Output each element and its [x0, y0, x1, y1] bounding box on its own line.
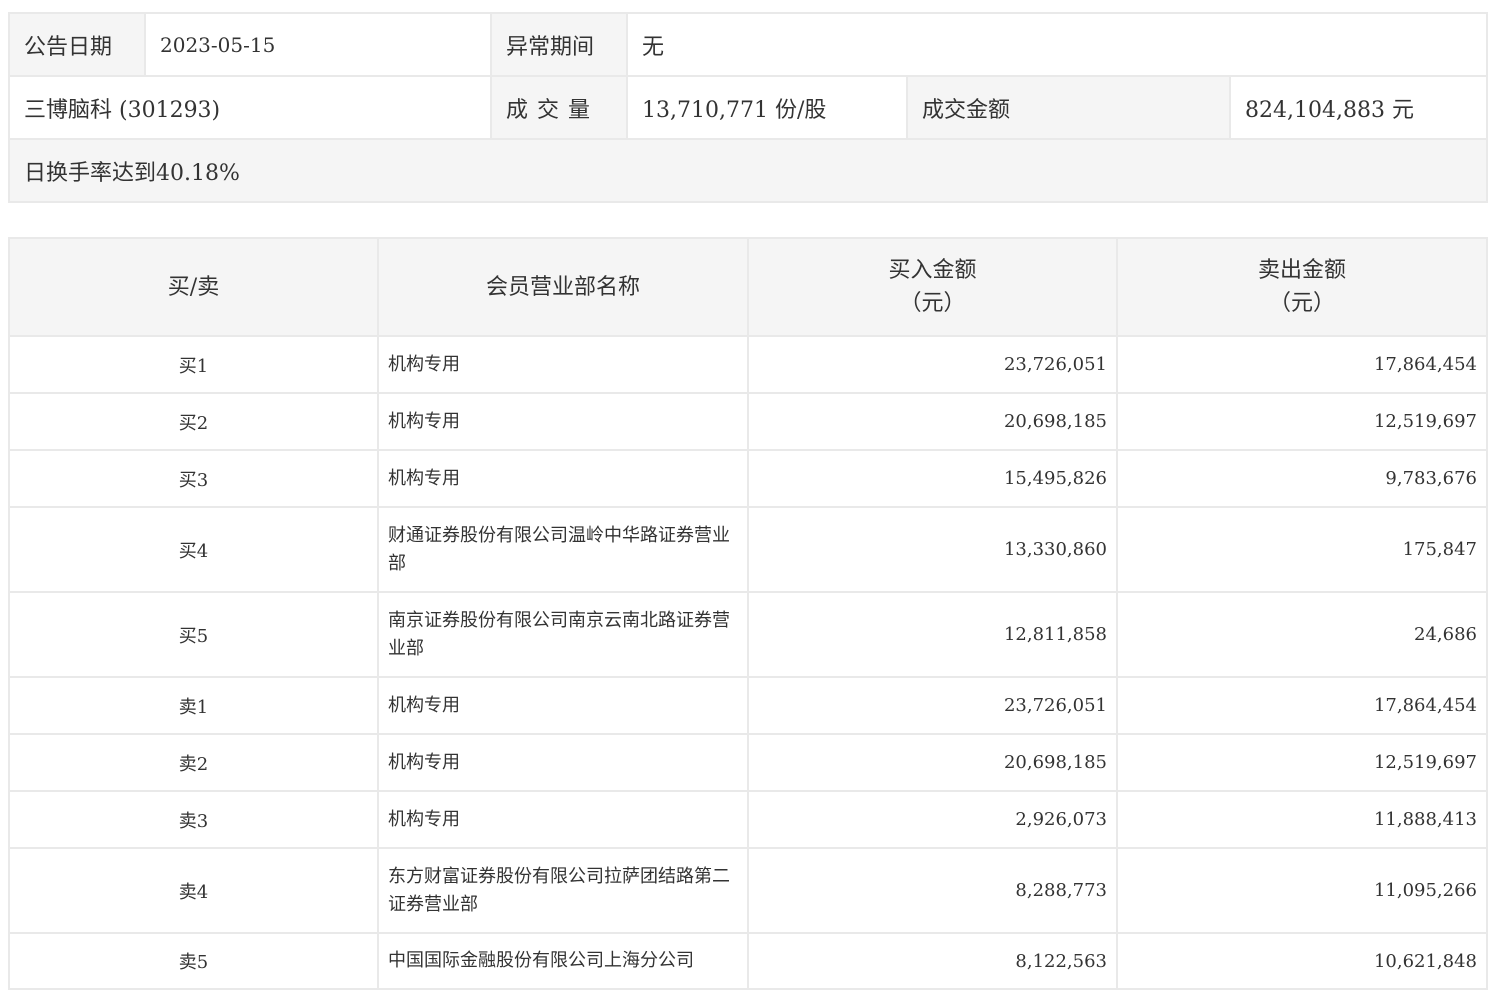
row-side: 买2	[8, 392, 379, 451]
table-row: 卖5 中国国际金融股份有限公司上海分公司 8,122,563 10,621,84…	[8, 932, 1488, 990]
row-side: 买5	[8, 591, 379, 678]
row-sell-amount: 11,095,266	[1116, 847, 1488, 934]
stock-name: 三博脑科 (301293)	[8, 75, 492, 140]
row-sell-amount: 175,847	[1116, 506, 1488, 593]
row-dept: 财通证券股份有限公司温岭中华路证券营业部	[377, 506, 749, 593]
row-dept: 机构专用	[377, 392, 749, 451]
column-header-side: 买/卖	[8, 237, 379, 337]
table-row: 卖2 机构专用 20,698,185 12,519,697	[8, 733, 1488, 792]
column-header-buy: 买入金额 （元）	[747, 237, 1118, 337]
column-header-sell: 卖出金额 （元）	[1116, 237, 1488, 337]
row-dept: 机构专用	[377, 790, 749, 849]
announce-date-label: 公告日期	[8, 12, 146, 77]
row-buy-amount: 20,698,185	[747, 733, 1118, 792]
row-buy-amount: 15,495,826	[747, 449, 1118, 508]
table-row: 买1 机构专用 23,726,051 17,864,454	[8, 335, 1488, 394]
trading-detail-table: 买/卖 会员营业部名称 买入金额 （元） 卖出金额 （元） 买1 机构专用 23…	[8, 237, 1488, 990]
row-dept: 机构专用	[377, 676, 749, 735]
announce-date-value: 2023-05-15	[144, 12, 492, 77]
row-sell-amount: 12,519,697	[1116, 392, 1488, 451]
row-buy-amount: 8,288,773	[747, 847, 1118, 934]
row-sell-amount: 12,519,697	[1116, 733, 1488, 792]
row-side: 卖4	[8, 847, 379, 934]
row-dept: 中国国际金融股份有限公司上海分公司	[377, 932, 749, 990]
row-sell-amount: 17,864,454	[1116, 676, 1488, 735]
table-row: 买4 财通证券股份有限公司温岭中华路证券营业部 13,330,860 175,8…	[8, 506, 1488, 593]
summary-row-note: 日换手率达到40.18%	[8, 138, 1488, 203]
row-side: 买3	[8, 449, 379, 508]
row-side: 卖3	[8, 790, 379, 849]
column-header-sell-label: 卖出金额	[1257, 258, 1346, 283]
row-buy-amount: 23,726,051	[747, 335, 1118, 394]
volume-label: 成交量	[490, 75, 628, 140]
row-side: 卖5	[8, 932, 379, 990]
row-sell-amount: 9,783,676	[1116, 449, 1488, 508]
table-row: 买2 机构专用 20,698,185 12,519,697	[8, 392, 1488, 451]
row-buy-amount: 20,698,185	[747, 392, 1118, 451]
row-dept: 机构专用	[377, 335, 749, 394]
column-header-buy-label: 买入金额	[888, 258, 977, 283]
row-buy-amount: 12,811,858	[747, 591, 1118, 678]
abnormal-period-label: 异常期间	[490, 12, 628, 77]
table-header-row: 买/卖 会员营业部名称 买入金额 （元） 卖出金额 （元）	[8, 237, 1488, 337]
row-sell-amount: 11,888,413	[1116, 790, 1488, 849]
summary-row-date: 公告日期 2023-05-15 异常期间 无	[8, 12, 1488, 77]
row-side: 买1	[8, 335, 379, 394]
row-dept: 机构专用	[377, 733, 749, 792]
row-sell-amount: 10,621,848	[1116, 932, 1488, 990]
row-buy-amount: 23,726,051	[747, 676, 1118, 735]
column-header-dept: 会员营业部名称	[377, 237, 749, 337]
table-row: 卖4 东方财富证券股份有限公司拉萨团结路第二证券营业部 8,288,773 11…	[8, 847, 1488, 934]
turnover-value: 824,104,883 元	[1229, 75, 1488, 140]
summary-table: 公告日期 2023-05-15 异常期间 无 三博脑科 (301293) 成交量…	[8, 12, 1488, 203]
row-buy-amount: 13,330,860	[747, 506, 1118, 593]
turnover-rate-note: 日换手率达到40.18%	[8, 138, 1488, 203]
row-side: 卖1	[8, 676, 379, 735]
column-header-sell-unit: （元）	[1268, 291, 1335, 316]
row-buy-amount: 2,926,073	[747, 790, 1118, 849]
row-sell-amount: 17,864,454	[1116, 335, 1488, 394]
table-row: 卖1 机构专用 23,726,051 17,864,454	[8, 676, 1488, 735]
row-sell-amount: 24,686	[1116, 591, 1488, 678]
row-dept: 南京证券股份有限公司南京云南北路证券营业部	[377, 591, 749, 678]
row-side: 买4	[8, 506, 379, 593]
row-buy-amount: 8,122,563	[747, 932, 1118, 990]
row-dept: 东方财富证券股份有限公司拉萨团结路第二证券营业部	[377, 847, 749, 934]
table-row: 卖3 机构专用 2,926,073 11,888,413	[8, 790, 1488, 849]
turnover-label: 成交金额	[906, 75, 1231, 140]
row-dept: 机构专用	[377, 449, 749, 508]
summary-row-trade: 三博脑科 (301293) 成交量 13,710,771 份/股 成交金额 82…	[8, 75, 1488, 140]
table-row: 买3 机构专用 15,495,826 9,783,676	[8, 449, 1488, 508]
row-side: 卖2	[8, 733, 379, 792]
column-header-buy-unit: （元）	[899, 291, 966, 316]
volume-value: 13,710,771 份/股	[626, 75, 908, 140]
table-row: 买5 南京证券股份有限公司南京云南北路证券营业部 12,811,858 24,6…	[8, 591, 1488, 678]
abnormal-period-value: 无	[626, 12, 1488, 77]
